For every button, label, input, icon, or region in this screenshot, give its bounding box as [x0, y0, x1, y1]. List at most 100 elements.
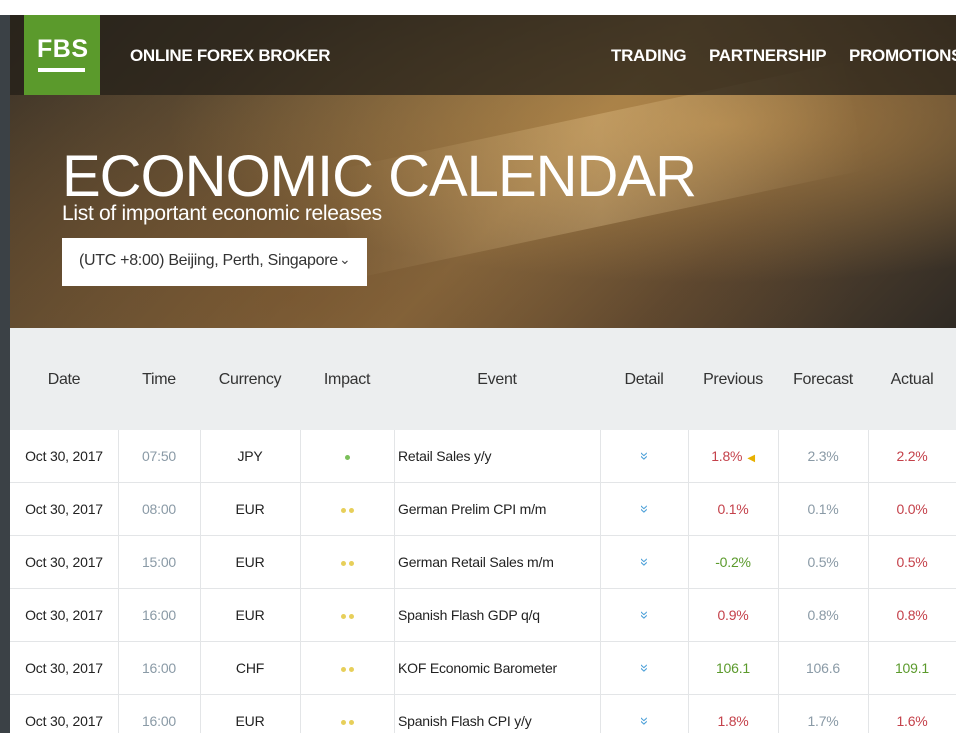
- previous-value: 1.8%: [711, 448, 743, 464]
- previous-cell: 0.9%: [688, 589, 778, 641]
- event-cell: Retail Sales y/y: [398, 448, 492, 464]
- time-cell: 08:00: [141, 501, 177, 517]
- date-cell: Oct 30, 2017: [25, 554, 103, 570]
- impact-dot-icon: [348, 719, 354, 725]
- timezone-value: (UTC +8:00) Beijing, Perth, Singapore: [79, 252, 338, 269]
- currency-cell: CHF: [235, 660, 265, 676]
- nav-partnership[interactable]: PARTNERSHIP: [709, 46, 827, 66]
- date-cell: Oct 30, 2017: [25, 501, 103, 517]
- logo-text: FBS: [37, 35, 89, 63]
- impact-cell: [300, 483, 394, 535]
- currency-cell: JPY: [237, 448, 263, 464]
- detail-expand-button[interactable]: »: [600, 430, 688, 482]
- impact-dot-icon: [340, 560, 346, 566]
- double-chevron-down-icon: »: [636, 451, 653, 461]
- detail-expand-button[interactable]: »: [600, 536, 688, 588]
- event-cell: German Retail Sales m/m: [398, 554, 554, 570]
- impact-dot-icon: [348, 666, 354, 672]
- hero-banner: FBS ONLINE FOREX BROKER TRADING PARTNERS…: [10, 15, 956, 328]
- column-header-time: Time: [142, 371, 176, 388]
- double-chevron-down-icon: »: [636, 557, 653, 567]
- page-title: ECONOMIC CALENDAR: [62, 144, 697, 209]
- previous-value: -0.2%: [715, 554, 751, 570]
- forecast-cell: 2.3%: [807, 448, 839, 464]
- previous-cell: 1.8% ◀: [688, 430, 778, 482]
- impact-cell: [300, 695, 394, 733]
- impact-cell: [300, 589, 394, 641]
- double-chevron-down-icon: »: [636, 504, 653, 514]
- previous-value: 0.1%: [717, 501, 749, 517]
- date-cell: Oct 30, 2017: [25, 607, 103, 623]
- event-cell: KOF Economic Barometer: [398, 660, 557, 676]
- double-chevron-down-icon: »: [636, 716, 653, 726]
- triangle-left-icon: ◀: [747, 453, 755, 464]
- date-cell: Oct 30, 2017: [25, 448, 103, 464]
- actual-cell: 109.1: [894, 660, 930, 676]
- date-cell: Oct 30, 2017: [25, 713, 103, 729]
- impact-dot-icon: [344, 454, 350, 460]
- column-header-impact: Impact: [323, 371, 371, 388]
- impact-dot-icon: [340, 613, 346, 619]
- impact-dot-icon: [340, 507, 346, 513]
- forecast-cell: 1.7%: [807, 713, 839, 729]
- forecast-cell: 106.6: [805, 660, 841, 676]
- double-chevron-down-icon: »: [636, 610, 653, 620]
- currency-cell: EUR: [235, 554, 265, 570]
- table-row: Oct 30, 2017 08:00 EUR German Prelim CPI m/…: [10, 483, 956, 536]
- time-cell: 15:00: [141, 554, 177, 570]
- detail-expand-button[interactable]: »: [600, 642, 688, 694]
- column-header-actual: Actual: [890, 371, 934, 388]
- table-header: Date Time Currency Impact Event Detail P…: [10, 328, 956, 430]
- actual-cell: 0.5%: [896, 554, 928, 570]
- impact-dot-icon: [340, 666, 346, 672]
- previous-cell: 106.1: [688, 642, 778, 694]
- previous-cell: 0.1%: [688, 483, 778, 535]
- impact-dot-icon: [340, 719, 346, 725]
- event-cell: Spanish Flash CPI y/y: [398, 713, 532, 729]
- time-cell: 16:00: [141, 713, 177, 729]
- detail-expand-button[interactable]: »: [600, 695, 688, 733]
- actual-cell: 2.2%: [896, 448, 928, 464]
- forecast-cell: 0.1%: [807, 501, 839, 517]
- previous-value: 106.1: [715, 660, 751, 676]
- logo-underline: [38, 68, 85, 72]
- fbs-logo[interactable]: FBS: [24, 15, 100, 95]
- time-cell: 16:00: [141, 660, 177, 676]
- table-row: Oct 30, 2017 16:00 CHF KOF Economic Baromet…: [10, 642, 956, 695]
- actual-cell: 0.0%: [896, 501, 928, 517]
- currency-cell: EUR: [235, 501, 265, 517]
- brand-tagline: ONLINE FOREX BROKER: [130, 46, 331, 65]
- column-header-date: Date: [47, 371, 81, 388]
- column-header-previous: Previous: [703, 371, 763, 388]
- previous-value: 1.8%: [717, 713, 749, 729]
- timezone-select[interactable]: (UTC +8:00) Beijing, Perth, Singapore ⌄: [62, 238, 367, 286]
- previous-cell: 1.8%: [688, 695, 778, 733]
- impact-dot-icon: [348, 560, 354, 566]
- impact-cell: [300, 536, 394, 588]
- column-header-currency: Currency: [218, 371, 282, 388]
- top-navigation-bar: FBS ONLINE FOREX BROKER TRADING PARTNERS…: [10, 15, 956, 95]
- detail-expand-button[interactable]: »: [600, 589, 688, 641]
- actual-cell: 1.6%: [896, 713, 928, 729]
- double-chevron-down-icon: »: [636, 663, 653, 673]
- time-cell: 16:00: [141, 607, 177, 623]
- impact-cell: [300, 642, 394, 694]
- forecast-cell: 0.5%: [807, 554, 839, 570]
- event-cell: German Prelim CPI m/m: [398, 501, 547, 517]
- nav-trading[interactable]: TRADING: [611, 46, 687, 66]
- left-edge: [0, 15, 10, 733]
- forecast-cell: 0.8%: [807, 607, 839, 623]
- nav-promotions[interactable]: PROMOTIONS: [849, 46, 956, 66]
- currency-cell: EUR: [235, 607, 265, 623]
- previous-cell: -0.2%: [688, 536, 778, 588]
- column-header-detail: Detail: [624, 371, 664, 388]
- impact-dot-icon: [348, 613, 354, 619]
- table-row: Oct 30, 2017 16:00 EUR Spanish Flash CPI y/…: [10, 695, 956, 733]
- detail-expand-button[interactable]: »: [600, 483, 688, 535]
- event-cell: Spanish Flash GDP q/q: [398, 607, 540, 623]
- column-header-event: Event: [477, 371, 517, 388]
- table-row: Oct 30, 2017 16:00 EUR Spanish Flash GDP q/…: [10, 589, 956, 642]
- impact-cell: [300, 430, 394, 482]
- page-subtitle: List of important economic releases: [62, 202, 382, 225]
- page-frame: FBS ONLINE FOREX BROKER TRADING PARTNERS…: [10, 15, 956, 733]
